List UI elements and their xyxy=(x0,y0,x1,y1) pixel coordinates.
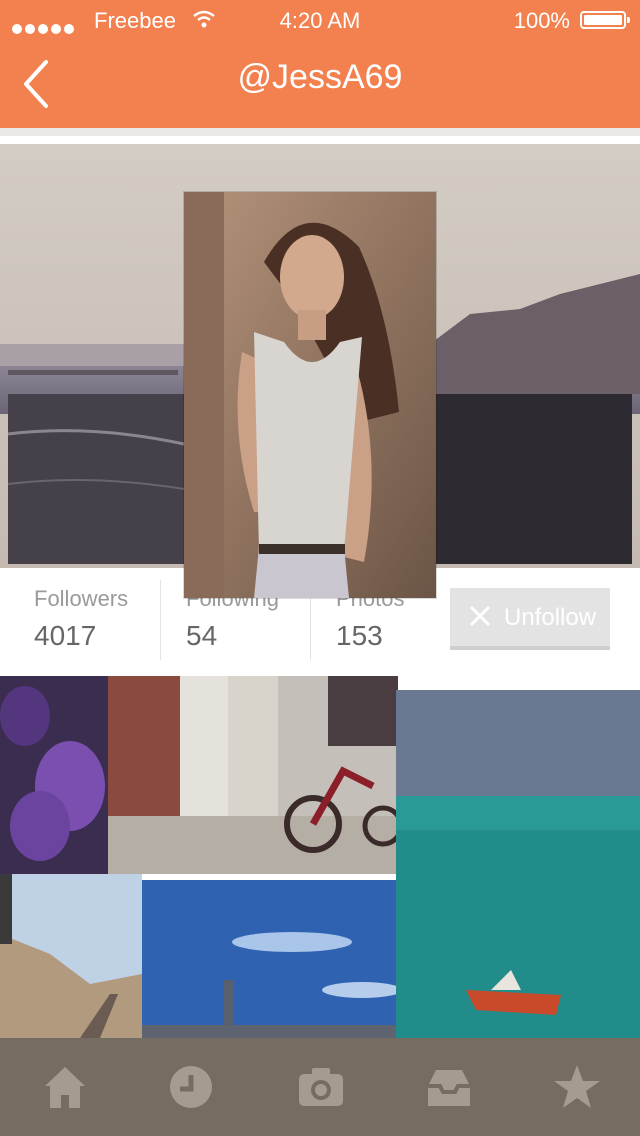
page-title: @JessA69 xyxy=(237,58,403,96)
followers-stat[interactable]: Followers 4017 xyxy=(8,568,160,674)
tab-bar xyxy=(0,1038,640,1136)
gallery-photo[interactable] xyxy=(142,880,396,1038)
status-bar: Freebee 4:20 AM 100% xyxy=(0,0,640,40)
inbox-icon[interactable] xyxy=(424,1062,474,1112)
photos-count: 153 xyxy=(336,620,383,651)
gallery-photo[interactable] xyxy=(108,676,398,874)
unfollow-label: Unfollow xyxy=(504,604,597,631)
gallery-photo[interactable] xyxy=(396,690,640,1038)
close-icon xyxy=(469,605,491,627)
battery-percentage: 100% xyxy=(513,8,570,33)
header-divider xyxy=(0,128,640,136)
star-icon[interactable] xyxy=(552,1062,602,1112)
followers-count: 4017 xyxy=(34,620,97,651)
following-count: 54 xyxy=(186,620,218,651)
home-icon[interactable] xyxy=(40,1062,90,1112)
followers-label: Followers xyxy=(34,586,129,611)
unfollow-button[interactable]: Unfollow xyxy=(450,588,610,650)
profile-photo[interactable] xyxy=(184,192,436,598)
battery-icon xyxy=(580,11,630,29)
clock-icon[interactable] xyxy=(166,1062,216,1112)
gallery-photo[interactable] xyxy=(0,676,108,874)
camera-icon[interactable] xyxy=(296,1062,346,1112)
gallery-photo[interactable] xyxy=(0,874,142,1038)
nav-bar: Freebee 4:20 AM 100% @JessA69 xyxy=(0,0,640,128)
